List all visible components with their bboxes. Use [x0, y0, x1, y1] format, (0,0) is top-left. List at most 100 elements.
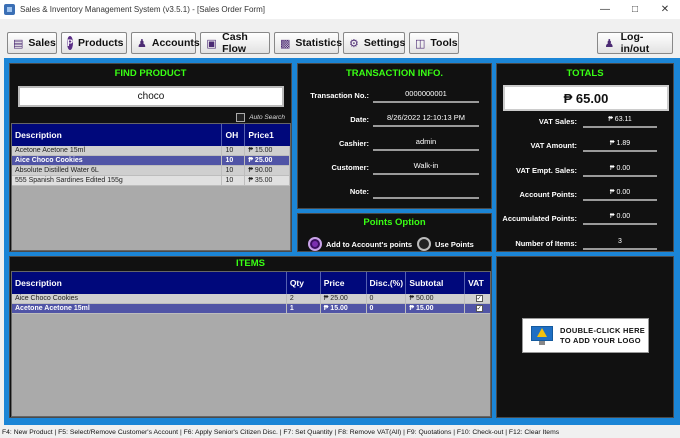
field-underline [373, 101, 479, 103]
cell-vat: ✓ [465, 294, 490, 303]
total-underline [583, 198, 657, 201]
cell-price: ₱ 90.00 [245, 166, 290, 175]
col-vat[interactable]: VAT [465, 272, 490, 294]
total-field: Accumulated Points: ₱ 0.00 [497, 211, 673, 233]
close-button[interactable]: ✕ [650, 0, 680, 19]
products-icon: P [67, 36, 74, 50]
total-value: ₱ 0.00 [609, 213, 631, 221]
total-label: VAT Amount: [530, 141, 577, 151]
items-grid[interactable]: Description Qty Price Disc.(%) Subtotal … [11, 271, 491, 417]
cell-description: Absolute Distilled Water 6L [12, 166, 223, 175]
settings-icon: ⚙ [349, 37, 359, 50]
cell-qty: 2 [287, 294, 321, 303]
col-qty[interactable]: Qty [287, 272, 321, 294]
points-option-title: Points Option [363, 217, 426, 228]
total-label: Account Points: [519, 189, 578, 199]
product-grid-header: Description OH Price1 [12, 124, 290, 146]
field-label: Date: [350, 115, 369, 124]
cell-price: ₱ 35.00 [245, 176, 290, 185]
item-row[interactable]: Acetone Acetone 15ml 1 ₱ 15.00 0 ₱ 15.00 ✓ [12, 304, 490, 314]
use-points-radio[interactable]: Use Points [417, 237, 474, 251]
items-grid-header: Description Qty Price Disc.(%) Subtotal … [12, 272, 490, 294]
product-row[interactable]: Aice Choco Cookies 10 ₱ 25.00 [12, 156, 290, 166]
cell-subtotal: ₱ 50.00 [406, 294, 466, 303]
minimize-button[interactable]: — [590, 0, 620, 19]
total-field: VAT Amount: ₱ 1.89 [497, 138, 673, 160]
find-product-title: FIND PRODUCT [114, 68, 187, 79]
logo-panel: DOUBLE-CLICK HERE TO ADD YOUR LOGO [496, 256, 674, 418]
cell-description: Aice Choco Cookies [12, 156, 223, 165]
product-row[interactable]: Acetone Acetone 15ml 10 ₱ 15.00 [12, 146, 290, 156]
accounts-icon: ♟ [137, 37, 147, 50]
transaction-field: Note: [298, 183, 491, 207]
cell-disc: 0 [367, 294, 407, 303]
total-value: ₱ 63.11 [608, 116, 632, 123]
total-value: ₱ 1.89 [609, 140, 631, 148]
transaction-field: Cashier: admin [298, 135, 491, 159]
total-label: Accumulated Points: [502, 214, 577, 224]
maximize-button[interactable]: □ [620, 0, 650, 19]
col-disc[interactable]: Disc.(%) [367, 272, 407, 294]
cash-flow-icon: ▣ [206, 37, 217, 50]
total-label: VAT Sales: [538, 117, 577, 126]
sales-order-form: FIND PRODUCT choco Auto Search Descripti… [4, 58, 680, 425]
window-controls: — □ ✕ [590, 0, 680, 19]
col-price1[interactable]: Price1 [245, 124, 290, 146]
logo-text-line2: TO ADD YOUR LOGO [560, 335, 641, 345]
total-field: Number of Items: 3 [497, 236, 673, 258]
radio-unselected-icon [417, 237, 431, 251]
app-icon [4, 4, 15, 15]
product-search-input[interactable]: choco [18, 86, 284, 107]
col-description[interactable]: Description [12, 124, 223, 146]
auto-search-checkbox[interactable]: Auto Search [236, 113, 285, 122]
total-field: Account Points: ₱ 0.00 [497, 187, 673, 209]
add-points-radio[interactable]: Add to Account's points [308, 237, 412, 251]
transaction-field: Customer: Walk-in [298, 159, 491, 183]
cell-qty: 1 [287, 304, 321, 313]
field-underline [373, 197, 479, 199]
menu-sales-button[interactable]: ▤ Sales [7, 32, 57, 54]
product-row[interactable]: 555 Spanish Sardines Edited 155g 10 ₱ 35.0… [12, 176, 290, 186]
cell-oh: 10 [222, 166, 246, 175]
vat-checkbox[interactable]: ✓ [475, 295, 483, 302]
product-grid[interactable]: Description OH Price1 Acetone Acetone 15… [11, 123, 291, 251]
cell-description: 555 Spanish Sardines Edited 155g [12, 176, 223, 185]
find-product-panel: FIND PRODUCT choco Auto Search Descripti… [9, 63, 292, 252]
cell-price: ₱ 25.00 [245, 156, 290, 165]
menu-products-button[interactable]: P Products [61, 32, 127, 54]
transaction-field: Date: 8/26/2022 12:10:13 PM [298, 111, 491, 135]
total-field: VAT Sales: ₱ 63.11 [497, 114, 673, 136]
total-underline [583, 150, 657, 153]
col-price[interactable]: Price [321, 272, 367, 294]
col-oh[interactable]: OH [222, 124, 246, 146]
menu-login-button[interactable]: ♟ Log-in/out [597, 31, 673, 55]
cell-disc: 0 [367, 304, 407, 313]
cell-oh: 10 [222, 176, 246, 185]
col-item-description[interactable]: Description [12, 272, 287, 294]
product-row[interactable]: Absolute Distilled Water 6L 10 ₱ 90.00 [12, 166, 290, 176]
menu-settings-button[interactable]: ⚙ Settings [343, 32, 405, 54]
cell-description: Acetone Acetone 15ml [12, 146, 223, 155]
statistics-icon: ▩ [280, 37, 291, 50]
menu-accounts-button[interactable]: ♟ Accounts [131, 32, 200, 54]
transaction-info-title: TRANSACTION INFO. [345, 68, 444, 79]
menu-tools-button[interactable]: ◫ Tools [409, 32, 459, 54]
cell-price: ₱ 15.00 [321, 304, 367, 313]
vat-checkbox[interactable]: ✓ [475, 305, 483, 312]
grand-total-display: ₱ 65.00 [503, 85, 669, 111]
cell-price: ₱ 15.00 [245, 146, 290, 155]
total-underline [583, 174, 657, 177]
window-title: Sales & Inventory Management System (v3.… [20, 5, 265, 14]
item-row[interactable]: Aice Choco Cookies 2 ₱ 25.00 0 ₱ 50.00 ✓ [12, 294, 490, 304]
cell-vat: ✓ [465, 304, 490, 313]
col-subtotal[interactable]: Subtotal [406, 272, 466, 294]
transaction-field: Transaction No.: 0000000001 [298, 87, 491, 111]
menu-cash-flow-button[interactable]: ▣ Cash Flow [200, 31, 270, 55]
field-label: Transaction No.: [310, 91, 369, 100]
total-value: ₱ 0.00 [609, 188, 631, 196]
field-value: 8/26/2022 12:10:13 PM [387, 113, 465, 122]
add-logo-button[interactable]: DOUBLE-CLICK HERE TO ADD YOUR LOGO [522, 318, 649, 353]
menu-statistics-button[interactable]: ▩ Statistics [274, 32, 342, 54]
radio-selected-icon [308, 237, 322, 251]
main-menu: ▤ Sales P Products ♟ Accounts ▣ Cash Flo… [0, 29, 680, 55]
